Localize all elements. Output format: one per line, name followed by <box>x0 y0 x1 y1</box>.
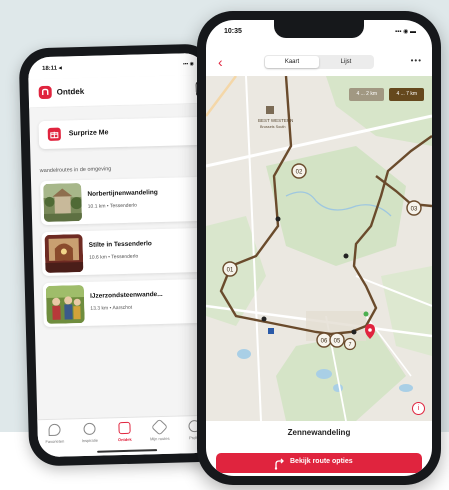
route-meta: 10.6 km • Tessenderlo <box>88 253 139 261</box>
app-header: Ontdek <box>28 74 208 109</box>
poi-icon <box>363 311 369 317</box>
route-map[interactable]: 02 03 01 06 05 7 BEST WESTERN Brussels S… <box>206 76 432 421</box>
tab-ontdek[interactable]: Ontdek <box>109 421 140 443</box>
waypoint[interactable]: 05 <box>329 332 345 348</box>
svg-text:02: 02 <box>296 170 303 176</box>
svg-text:05: 05 <box>334 339 341 345</box>
hotel-sublabel: Brussels South <box>260 125 286 129</box>
view-toggle: Kaart Lijst <box>264 55 374 69</box>
route-map-screen: 10:35 ▪▪▪ ◉ ▬ ‹ Kaart Lijst ••• 02 03 01… <box>206 20 432 476</box>
route-card[interactable]: IJzerzondsteenwande... 13.3 km • Aarscho… <box>42 278 213 328</box>
pond <box>316 369 332 379</box>
route-name: Zennewandeling <box>287 428 351 437</box>
tab-favorieten[interactable]: Favorieten <box>39 423 70 444</box>
route-card[interactable]: Stilte in Tessenderlo 10.6 km • Tessende… <box>41 227 212 277</box>
route-options-button[interactable]: Bekijk route opties <box>216 453 422 473</box>
status-time: 10:35 <box>224 28 242 35</box>
waypoint[interactable]: 03 <box>406 200 422 216</box>
waypoint[interactable]: 06 <box>316 332 332 348</box>
back-phone: 18:11 ◂ ▪▪▪ ◉ Ontdek Surprize Me › wande… <box>18 43 226 467</box>
tab-bar: Favorieten Inspiratie Ontdek Mijn routes… <box>37 414 217 458</box>
surprise-me-button[interactable]: Surprize Me › <box>38 116 209 150</box>
svg-text:7: 7 <box>349 342 352 348</box>
route-meta: 13.3 km • Aarschot <box>90 304 133 312</box>
tab-label: Favorieten <box>45 438 65 445</box>
tab-inspiratie[interactable]: Inspiratie <box>74 422 105 444</box>
route-icon <box>274 457 286 475</box>
route-thumbnail <box>45 285 85 324</box>
route-title: IJzerzondsteenwande... <box>89 290 163 300</box>
route-thumbnail <box>44 234 84 274</box>
discover-icon <box>118 421 131 435</box>
distance-filter-chip[interactable]: 4 ... 2 km <box>349 88 384 101</box>
section-title: wandelroutes in de omgeving <box>39 166 112 175</box>
page-title: Ontdek <box>56 86 85 97</box>
pond <box>399 384 413 392</box>
waypoint[interactable]: 02 <box>291 163 307 179</box>
svg-text:06: 06 <box>321 339 328 345</box>
tab-kaart[interactable]: Kaart <box>265 56 319 68</box>
station-icon <box>268 328 274 334</box>
info-icon[interactable]: i <box>412 402 425 415</box>
waypoint[interactable]: 01 <box>222 261 238 277</box>
map-canvas: 02 03 01 06 05 7 BEST WESTERN Brussels S… <box>206 76 432 421</box>
tab-label: Inspiratie <box>81 437 99 444</box>
status-icons: ▪▪▪ ◉ ▬ <box>395 29 416 35</box>
gift-icon <box>47 127 61 141</box>
star-icon <box>151 418 168 436</box>
route-title: Norbertijnenwandeling <box>87 189 158 198</box>
hotel-icon <box>266 106 274 114</box>
svg-text:03: 03 <box>411 207 418 213</box>
pond <box>237 349 251 359</box>
tab-mijn-routes[interactable]: Mijn routes <box>144 418 175 442</box>
tab-label: Mijn routes <box>149 435 170 442</box>
status-icons: ▪▪▪ ◉ <box>182 61 195 68</box>
front-phone: 10:35 ▪▪▪ ◉ ▬ ‹ Kaart Lijst ••• 02 03 01… <box>197 11 441 485</box>
route-title: Stilte in Tessenderlo <box>88 240 152 249</box>
route-meta: 10.1 km • Tessenderlo <box>87 202 137 210</box>
compass-icon <box>83 422 96 436</box>
app-logo-icon <box>38 85 52 100</box>
hotel-label: BEST WESTERN <box>258 118 293 123</box>
waypoint[interactable]: 7 <box>343 337 357 351</box>
tab-lijst[interactable]: Lijst <box>319 56 373 68</box>
tab-label: Ontdek <box>117 436 132 443</box>
notch <box>274 20 364 38</box>
route-card[interactable]: Norbertijnenwandeling 10.1 km • Tessende… <box>40 176 211 226</box>
back-chevron-icon[interactable]: ‹ <box>218 55 223 69</box>
distance-filter-chip[interactable]: 4 ... 7 km <box>389 88 424 101</box>
pond <box>333 384 343 392</box>
svg-text:01: 01 <box>227 268 234 274</box>
route-thumbnail <box>43 183 83 223</box>
home-indicator <box>97 449 158 453</box>
pin-icon <box>48 423 61 436</box>
status-time: 18:11 ◂ <box>42 65 62 73</box>
route-options-label: Bekijk route opties <box>290 458 353 465</box>
surprise-me-label: Surprize Me <box>68 129 109 138</box>
discover-screen: 18:11 ◂ ▪▪▪ ◉ Ontdek Surprize Me › wande… <box>27 52 217 458</box>
more-options-icon[interactable]: ••• <box>411 56 422 65</box>
